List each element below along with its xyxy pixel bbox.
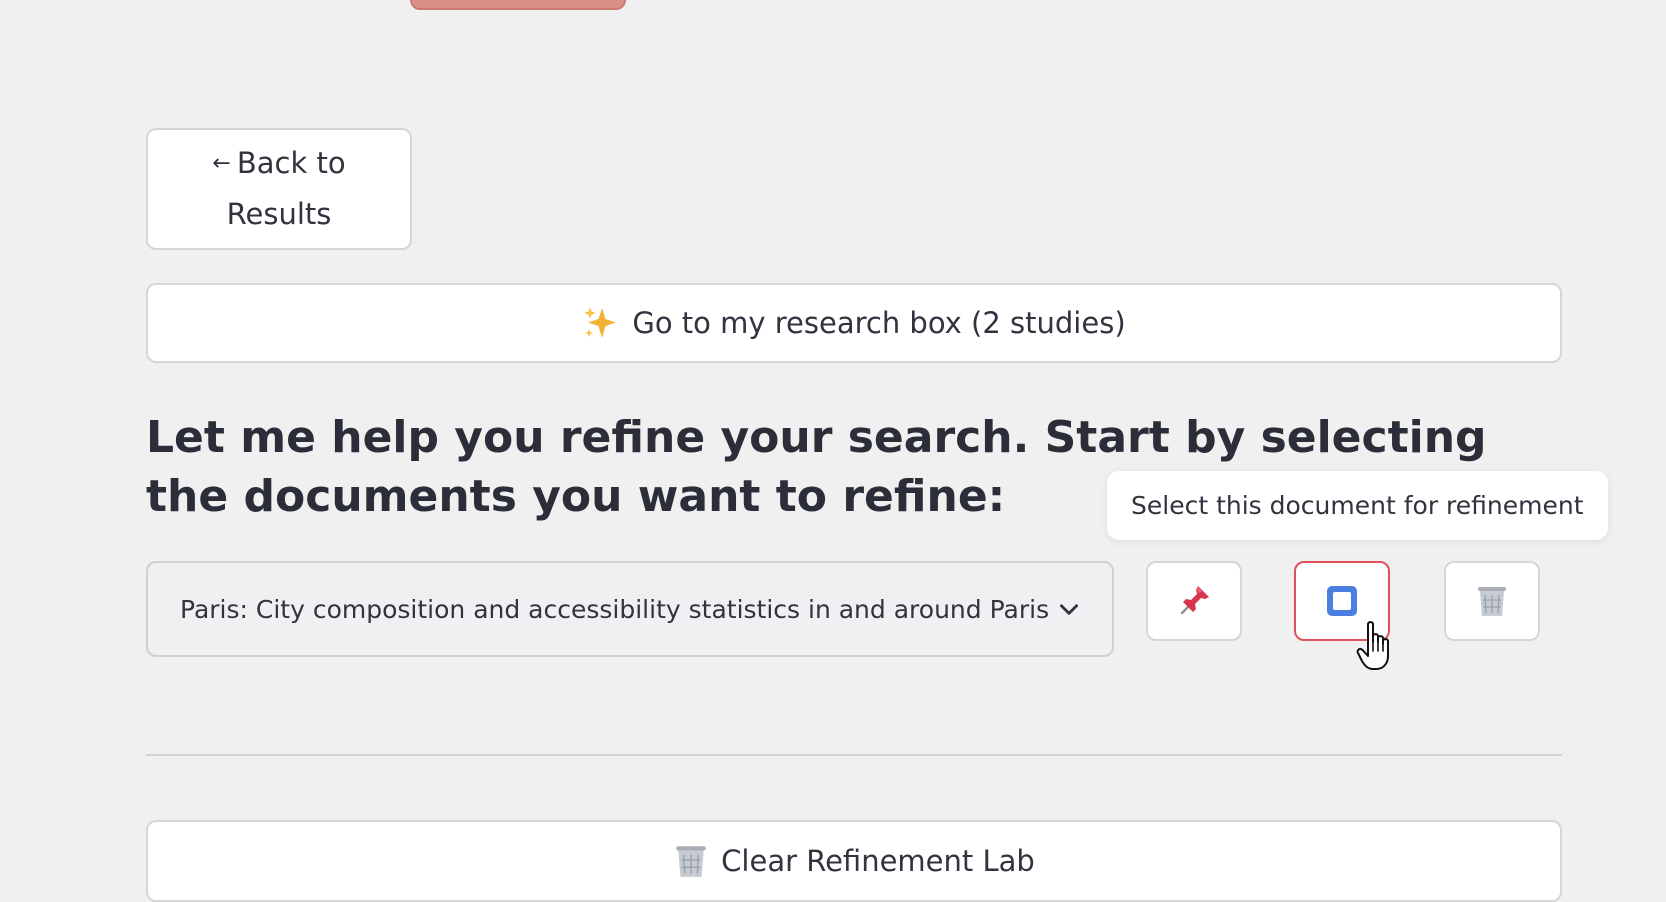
sparkles-icon	[584, 307, 617, 338]
research-box-label: Go to my research box (2 studies)	[632, 306, 1126, 340]
research-box-button[interactable]: Go to my research box (2 studies)	[146, 283, 1562, 363]
delete-button[interactable]	[1444, 561, 1540, 641]
wastebasket-icon	[676, 846, 706, 877]
clear-refinement-button[interactable]: Clear Refinement Lab	[146, 820, 1562, 902]
back-button-label-line1: Back to	[236, 146, 346, 180]
select-document-tooltip: Select this document for refinement	[1107, 471, 1608, 540]
hand-cursor-icon	[1356, 621, 1389, 670]
wastebasket-icon	[1478, 587, 1506, 616]
pushpin-icon	[1180, 586, 1209, 615]
section-divider	[146, 754, 1562, 756]
document-select[interactable]: Paris: City composition and accessibilit…	[146, 561, 1114, 657]
document-select-value: Paris: City composition and accessibilit…	[180, 594, 1050, 624]
chevron-down-icon	[1060, 604, 1078, 615]
back-to-results-button[interactable]: ← Back to Results	[146, 128, 412, 250]
checkbox-square-icon	[1327, 586, 1357, 616]
pin-button[interactable]	[1146, 561, 1242, 641]
arrow-left-icon: ←	[212, 151, 231, 176]
page: ← Back to Results Go to my research box …	[0, 0, 1666, 902]
back-button-first-line: ← Back to	[212, 138, 345, 189]
top-primary-button-edge[interactable]	[410, 0, 626, 10]
back-button-label-line2: Results	[226, 197, 332, 231]
clear-refinement-label: Clear Refinement Lab	[721, 844, 1035, 878]
